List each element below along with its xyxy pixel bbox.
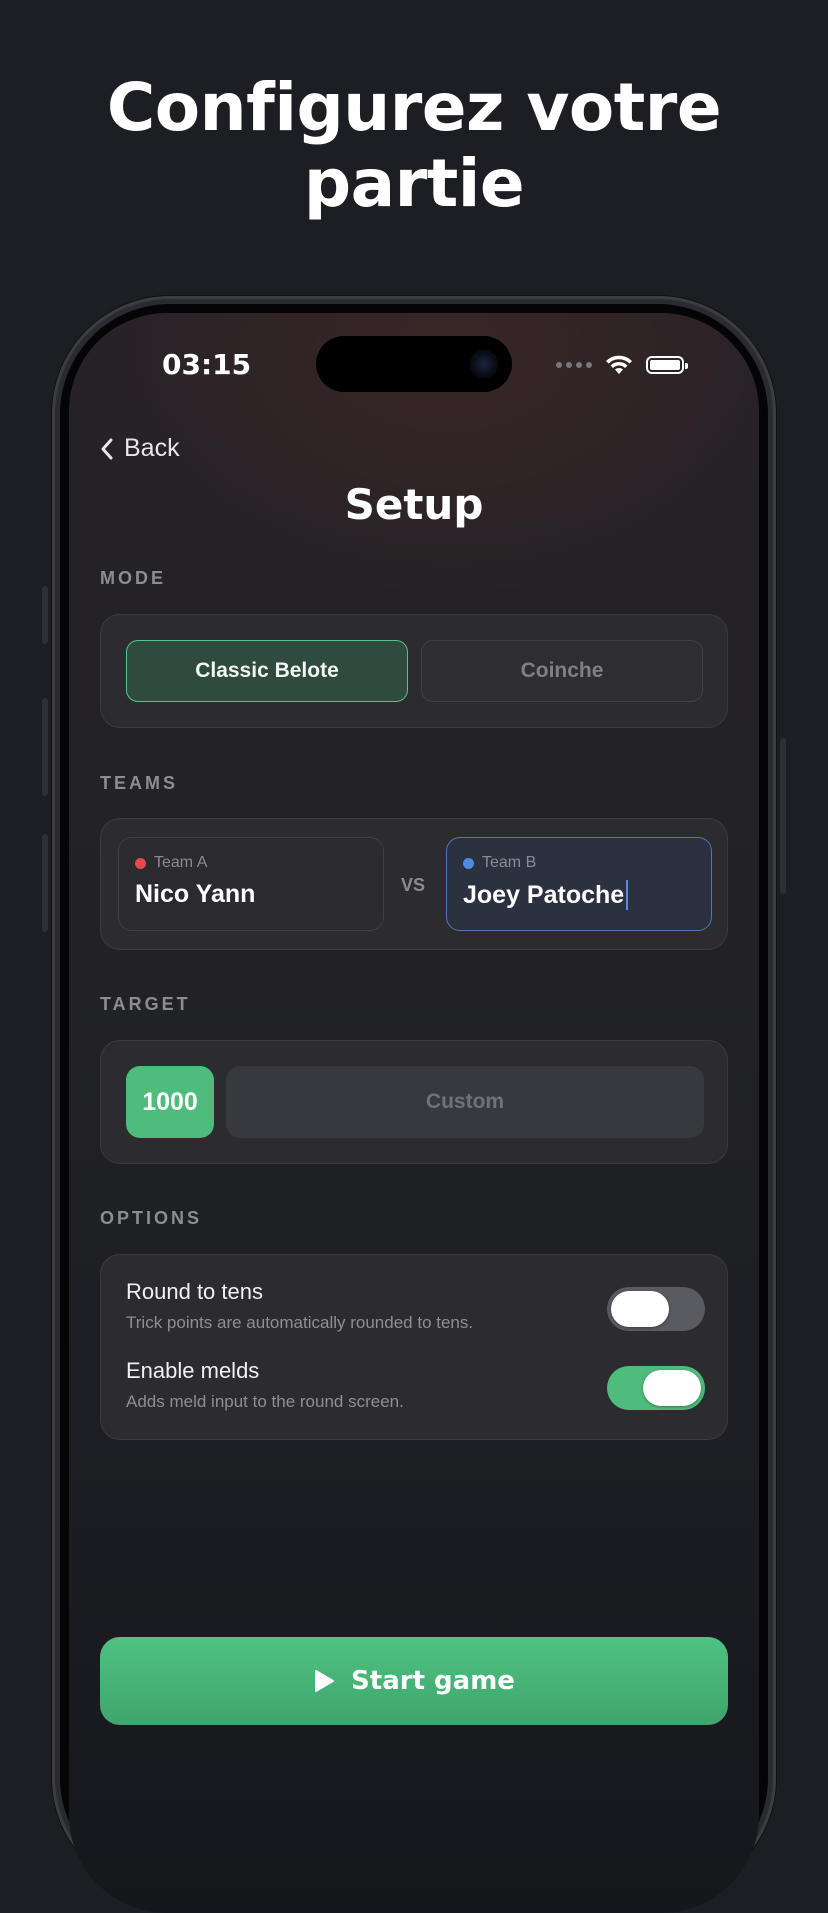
play-icon — [315, 1670, 335, 1692]
team-b-color-dot — [463, 857, 474, 869]
status-icons — [556, 350, 688, 380]
chevron-left-icon — [101, 438, 113, 459]
headline-line-2: partie — [303, 145, 525, 222]
mode-section-label: MODE — [100, 568, 166, 588]
team-b-field[interactable]: Team B Joey Patoche — [446, 837, 712, 931]
enable-melds-option: Enable melds Adds meld input to the roun… — [126, 1358, 686, 1412]
team-b-tag-label: Team B — [482, 854, 537, 871]
team-a-color-dot — [135, 857, 146, 869]
team-b-name-input[interactable]: Joey Patoche — [463, 880, 695, 910]
team-a-tag-label: Team A — [154, 854, 208, 871]
start-game-button[interactable]: Start game — [100, 1637, 728, 1725]
team-b-name-value: Joey Patoche — [463, 880, 625, 909]
start-game-label: Start game — [351, 1666, 515, 1696]
round-to-tens-toggle[interactable] — [607, 1287, 705, 1331]
vs-label: VS — [401, 875, 426, 895]
wifi-icon — [606, 355, 632, 374]
team-a-tag: Team A — [135, 854, 367, 872]
target-custom-button[interactable]: Custom — [226, 1066, 704, 1138]
page-title: Setup — [344, 480, 484, 529]
mode-coinche-button[interactable]: Coinche — [421, 640, 703, 702]
battery-icon — [646, 356, 688, 374]
teams-card: Team A Nico Yann VS Team B Joey Patoche — [100, 818, 728, 950]
target-card: 1000 Custom — [100, 1040, 728, 1164]
enable-melds-description: Adds meld input to the round screen. — [126, 1392, 404, 1411]
enable-melds-toggle[interactable] — [607, 1366, 705, 1410]
teams-section-label: TEAMS — [100, 773, 178, 793]
team-a-name-input[interactable]: Nico Yann — [135, 880, 367, 909]
action-button — [42, 586, 48, 644]
target-1000-button[interactable]: 1000 — [126, 1066, 214, 1138]
enable-melds-title: Enable melds — [126, 1358, 260, 1383]
mode-card: Classic Belote Coinche — [100, 614, 728, 728]
team-b-tag: Team B — [463, 854, 695, 872]
text-caret — [626, 880, 629, 910]
target-section-label: TARGET — [100, 994, 191, 1014]
team-a-name-value: Nico Yann — [135, 880, 256, 908]
volume-down-button — [42, 834, 48, 932]
toggle-knob — [611, 1291, 669, 1327]
headline-line-1: Configurez votre — [106, 69, 722, 146]
round-to-tens-option: Round to tens Trick points are automatic… — [126, 1279, 686, 1333]
mode-classic-belote-button[interactable]: Classic Belote — [126, 640, 408, 702]
back-button[interactable]: Back — [100, 434, 180, 463]
dynamic-island — [316, 336, 512, 392]
options-section-label: OPTIONS — [100, 1208, 203, 1228]
power-button — [780, 738, 786, 894]
marketing-headline: Configurez votre partie — [0, 70, 828, 222]
round-to-tens-title: Round to tens — [126, 1279, 263, 1304]
round-to-tens-description: Trick points are automatically rounded t… — [126, 1313, 474, 1332]
volume-up-button — [42, 698, 48, 796]
camera-icon — [470, 350, 498, 378]
signal-dots-icon — [556, 362, 592, 368]
toggle-knob — [643, 1370, 701, 1406]
back-label: Back — [124, 434, 180, 462]
status-time: 03:15 — [162, 348, 252, 381]
team-a-field[interactable]: Team A Nico Yann — [118, 837, 384, 931]
options-card: Round to tens Trick points are automatic… — [100, 1254, 728, 1440]
